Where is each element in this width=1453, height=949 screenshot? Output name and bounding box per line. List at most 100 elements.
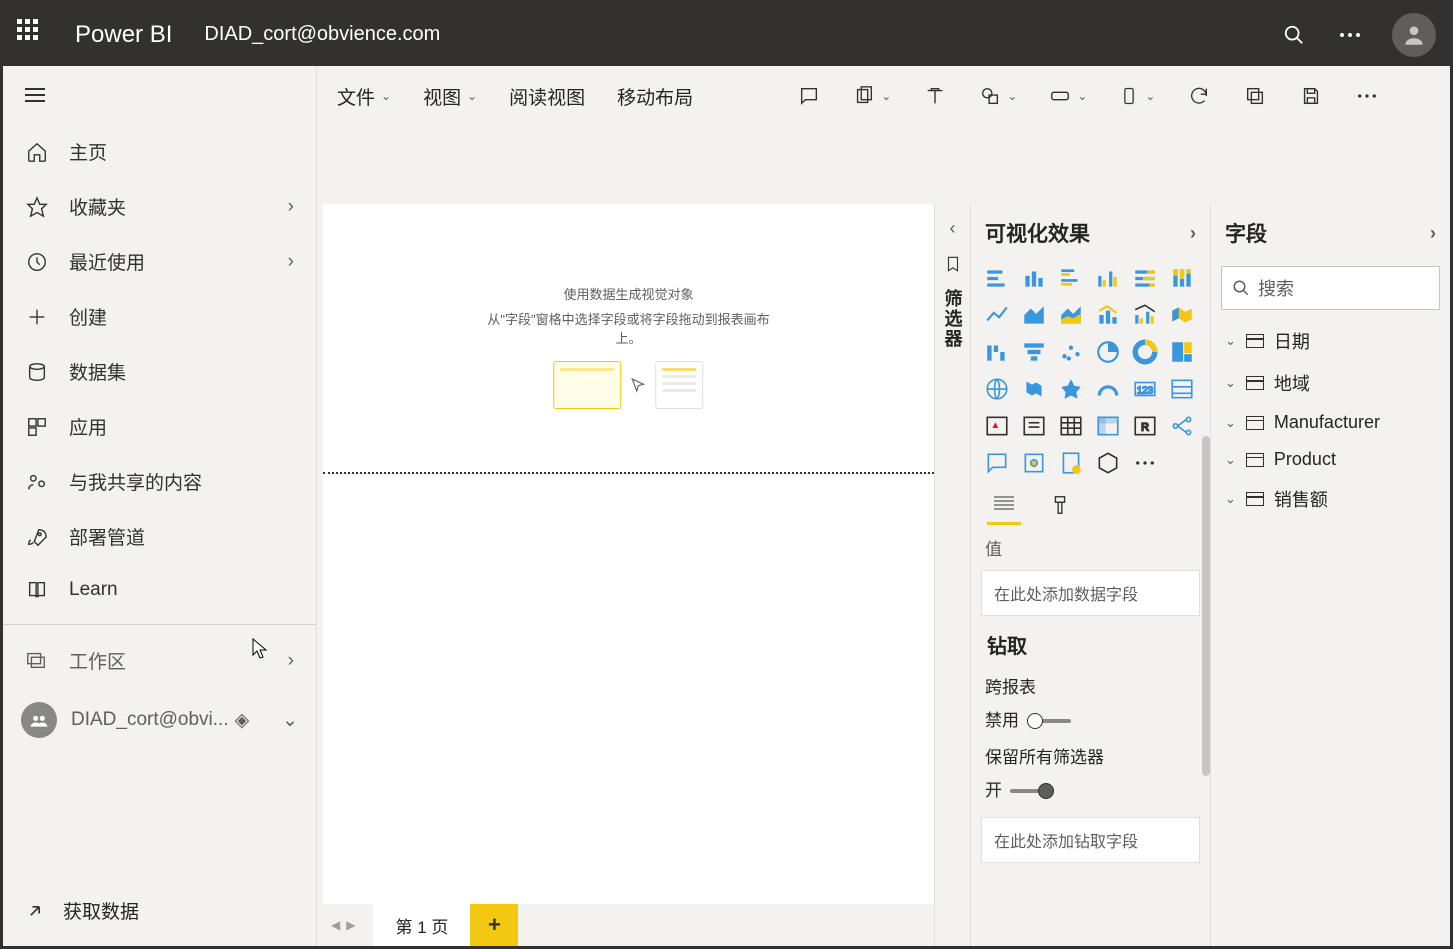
svg-text:▲: ▲ — [991, 420, 1001, 431]
copy-icon[interactable]: ⌄ — [853, 85, 891, 107]
field-table-product[interactable]: ⌄ Product — [1211, 441, 1450, 478]
viz-table-icon[interactable] — [1055, 410, 1087, 442]
viz-key-influencers-icon[interactable] — [1018, 447, 1050, 479]
viz-r-icon[interactable]: R — [1129, 410, 1161, 442]
viz-shape-map-icon[interactable] — [1055, 373, 1087, 405]
nav-apps[interactable]: 应用 — [3, 399, 316, 454]
viz-clustered-bar-icon[interactable] — [1055, 262, 1087, 294]
viz-kpi-icon[interactable]: ▲ — [981, 410, 1013, 442]
viz-multi-row-card-icon[interactable] — [1166, 373, 1198, 405]
viz-100-stacked-bar-icon[interactable] — [1129, 262, 1161, 294]
viz-stacked-area-icon[interactable] — [1055, 299, 1087, 331]
refresh-icon[interactable] — [1187, 84, 1211, 108]
table-icon — [1246, 334, 1264, 348]
viz-line-icon[interactable] — [981, 299, 1013, 331]
viz-decomposition-icon[interactable] — [1166, 410, 1198, 442]
viz-pie-icon[interactable] — [1092, 336, 1124, 368]
fields-search-input[interactable]: 搜索 — [1221, 266, 1440, 310]
field-table-date[interactable]: ⌄ 日期 — [1211, 320, 1450, 362]
viz-paginated-icon[interactable] — [1055, 447, 1087, 479]
table-icon — [1246, 453, 1264, 467]
viz-area-icon[interactable] — [1018, 299, 1050, 331]
viz-donut-icon[interactable] — [1129, 336, 1161, 368]
app-launcher-icon[interactable] — [17, 19, 49, 51]
chevron-down-icon: ⌄ — [1225, 415, 1236, 431]
add-page-button[interactable]: + — [470, 904, 518, 946]
viz-scatter-icon[interactable] — [1055, 336, 1087, 368]
drill-dropzone[interactable]: 在此处添加钻取字段 — [981, 817, 1200, 863]
values-dropzone[interactable]: 在此处添加数据字段 — [981, 570, 1200, 616]
current-workspace[interactable]: DIAD_cort@obvi... ◈ ⌄ — [3, 688, 316, 752]
save-icon[interactable] — [1299, 84, 1323, 108]
nav-create[interactable]: 创建 — [3, 289, 316, 344]
field-table-sales[interactable]: ⌄ 销售额 — [1211, 478, 1450, 520]
rocket-icon — [25, 525, 49, 549]
hamburger-icon[interactable] — [3, 66, 316, 124]
viz-filled-map-icon[interactable] — [1018, 373, 1050, 405]
field-table-geo[interactable]: ⌄ 地域 — [1211, 362, 1450, 404]
prev-page-icon[interactable]: ◀ — [331, 918, 340, 932]
nav-workspaces[interactable]: 工作区 › — [3, 633, 316, 688]
duplicate-icon[interactable] — [1243, 84, 1267, 108]
bookmark-icon[interactable] — [944, 255, 962, 273]
fields-tab[interactable] — [987, 485, 1021, 525]
main-area: 文件⌄ 视图⌄ 阅读视图 移动布局 ⌄ ⌄ ⌄ ⌄ — [317, 66, 1450, 946]
nav-recent[interactable]: 最近使用 › — [3, 234, 316, 289]
table-icon — [1246, 416, 1264, 430]
search-icon[interactable] — [1280, 21, 1308, 49]
comment-icon[interactable] — [797, 84, 821, 108]
canvas-divider — [323, 472, 934, 474]
search-icon — [1232, 279, 1250, 297]
cross-report-toggle[interactable] — [1027, 719, 1071, 723]
viz-gauge-icon[interactable] — [1092, 373, 1124, 405]
field-table-manufacturer[interactable]: ⌄ Manufacturer — [1211, 404, 1450, 441]
viz-100-stacked-column-icon[interactable] — [1166, 262, 1198, 294]
more-icon[interactable] — [1336, 21, 1364, 49]
viz-map-icon[interactable] — [981, 373, 1013, 405]
viz-stacked-column-icon[interactable] — [1018, 262, 1050, 294]
viz-treemap-icon[interactable] — [1166, 336, 1198, 368]
nav-favorites[interactable]: 收藏夹 › — [3, 179, 316, 234]
report-canvas[interactable]: 使用数据生成视觉对象 从"字段"窗格中选择字段或将字段拖动到报表画布上。 — [323, 204, 934, 904]
menu-file[interactable]: 文件⌄ — [337, 83, 391, 110]
viz-slicer-icon[interactable] — [1018, 410, 1050, 442]
page-tab-1[interactable]: 第 1 页 — [373, 902, 470, 946]
chevron-right-icon[interactable]: › — [1190, 223, 1196, 244]
nav-datasets[interactable]: 数据集 — [3, 344, 316, 399]
filters-panel-collapsed[interactable]: ‹ 筛选器 — [934, 204, 970, 946]
textbox-icon[interactable] — [923, 84, 947, 108]
viz-waterfall-icon[interactable] — [981, 336, 1013, 368]
menu-view[interactable]: 视图⌄ — [423, 83, 477, 110]
nav-shared[interactable]: 与我共享的内容 — [3, 454, 316, 509]
viz-funnel-icon[interactable] — [1018, 336, 1050, 368]
viz-card-icon[interactable]: 123 — [1129, 373, 1161, 405]
viz-ribbon-icon[interactable] — [1166, 299, 1198, 331]
next-page-icon[interactable]: ▶ — [346, 918, 355, 932]
chevron-left-icon[interactable]: ‹ — [950, 218, 956, 239]
menu-mobile-layout[interactable]: 移动布局 — [617, 83, 693, 110]
nav-home[interactable]: 主页 — [3, 124, 316, 179]
get-data-button[interactable]: 获取数据 — [3, 875, 316, 946]
viz-more-icon[interactable] — [1129, 447, 1161, 479]
viz-python-icon[interactable] — [1092, 447, 1124, 479]
viz-matrix-icon[interactable] — [1092, 410, 1124, 442]
viz-qa-icon[interactable] — [981, 447, 1013, 479]
more-icon[interactable] — [1355, 84, 1379, 108]
format-tab[interactable] — [1045, 485, 1075, 525]
viz-line-stacked-column-icon[interactable] — [1092, 299, 1124, 331]
nav-pipelines[interactable]: 部署管道 — [3, 509, 316, 564]
chevron-down-icon: ⌄ — [881, 89, 891, 103]
user-avatar[interactable] — [1392, 13, 1436, 57]
nav-learn[interactable]: Learn — [3, 564, 316, 616]
nav-sidebar: 主页 收藏夹 › 最近使用 › 创建 数据集 应用 — [3, 66, 317, 946]
buttons-icon[interactable]: ⌄ — [1049, 85, 1087, 107]
viz-stacked-bar-icon[interactable] — [981, 262, 1013, 294]
viz-clustered-column-icon[interactable] — [1092, 262, 1124, 294]
menu-reading-view[interactable]: 阅读视图 — [509, 83, 585, 110]
visual-interactions-icon[interactable]: ⌄ — [1119, 85, 1155, 107]
shapes-icon[interactable]: ⌄ — [979, 85, 1017, 107]
keep-filters-toggle[interactable] — [1010, 789, 1054, 793]
chevron-right-icon[interactable]: › — [1430, 223, 1436, 244]
viz-line-clustered-column-icon[interactable] — [1129, 299, 1161, 331]
scrollbar-thumb[interactable] — [1202, 436, 1210, 776]
